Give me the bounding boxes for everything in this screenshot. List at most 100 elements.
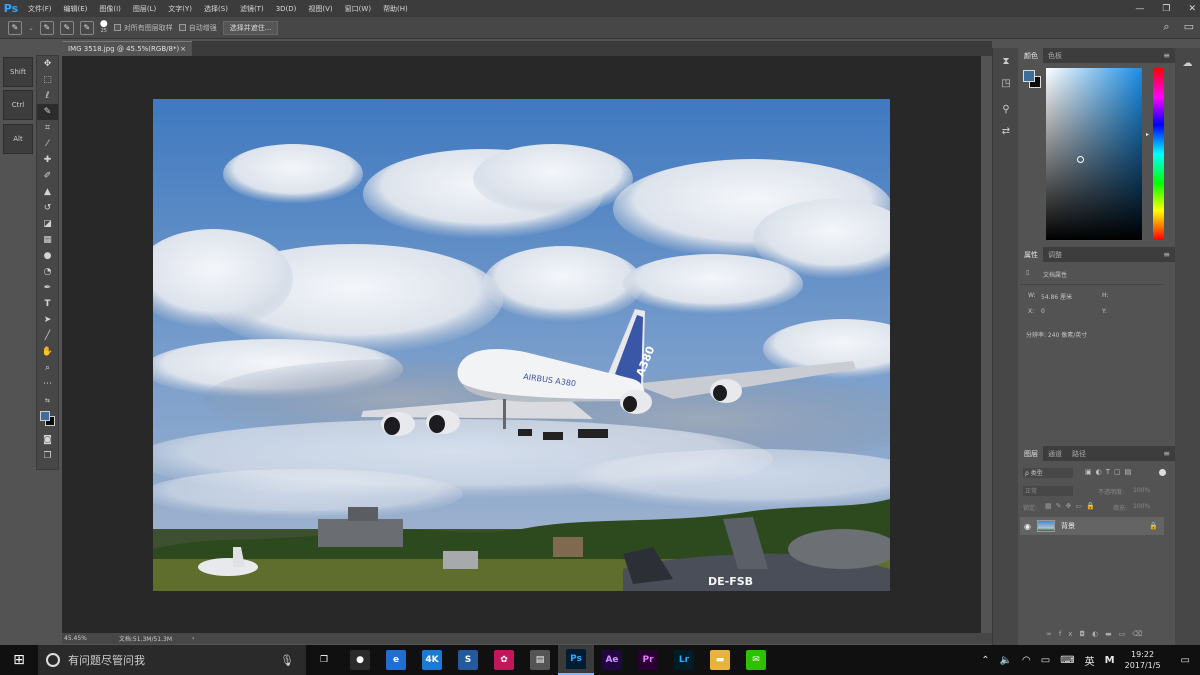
taskbar-app-app-window[interactable]: ▤: [522, 645, 558, 675]
taskbar-app-task-view[interactable]: ❐: [306, 645, 342, 675]
preset-chevron-icon[interactable]: ⌄: [28, 24, 34, 32]
taskbar-app-file-explorer[interactable]: ▬: [702, 645, 738, 675]
microphone-icon[interactable]: 🎙: [280, 654, 294, 667]
shift-key-button[interactable]: Shift: [3, 57, 33, 87]
taskbar-app-after-effects[interactable]: Ae: [594, 645, 630, 675]
opacity-value[interactable]: 100%: [1133, 487, 1150, 494]
color-picker-field[interactable]: [1046, 68, 1142, 240]
hue-slider-handle-icon[interactable]: ▸: [1146, 131, 1149, 138]
status-menu-arrow[interactable]: ›: [192, 635, 194, 642]
quick-selection-preset-icon[interactable]: ✎: [8, 20, 22, 35]
ime-mode[interactable]: M: [1105, 655, 1115, 666]
screen-mode-icon[interactable]: ❐: [37, 448, 58, 464]
gradient-tool-icon[interactable]: ▦: [37, 232, 58, 248]
marquee-tool-icon[interactable]: ⬚: [37, 72, 58, 88]
layer-row-background[interactable]: ◉ 背景 🔒: [1020, 517, 1164, 535]
eraser-tool-icon[interactable]: ◪: [37, 216, 58, 232]
filter-toggle-icon[interactable]: [1159, 469, 1166, 476]
menu-3d[interactable]: 3D(D): [270, 5, 303, 13]
foreground-color-swatch[interactable]: [40, 411, 50, 421]
add-to-selection-icon[interactable]: ✎: [59, 20, 74, 35]
type-tool-icon[interactable]: T: [37, 296, 58, 312]
start-button[interactable]: ⊞: [0, 645, 38, 675]
fill-value[interactable]: 100%: [1133, 503, 1150, 510]
taskbar-app-photoshop[interactable]: Ps: [558, 645, 594, 675]
document-tab[interactable]: IMG 3518.jpg @ 45.5%(RGB/8*) ×: [62, 41, 192, 56]
quick-selection-tool-icon[interactable]: ✎: [37, 104, 58, 120]
new-selection-icon[interactable]: ✎: [39, 20, 54, 35]
eyedropper-tool-icon[interactable]: ⁄: [37, 136, 58, 152]
brush-tool-icon[interactable]: ✐: [37, 168, 58, 184]
alt-key-button[interactable]: Alt: [3, 124, 33, 154]
taskbar-app-premiere[interactable]: Pr: [630, 645, 666, 675]
tab-properties[interactable]: 属性: [1019, 247, 1043, 262]
more-tools-icon[interactable]: ⋯: [37, 376, 58, 392]
menu-image[interactable]: 图像(I): [93, 4, 127, 14]
tab-swatches[interactable]: 色板: [1043, 48, 1067, 63]
search-icon[interactable]: ⌕: [1163, 20, 1169, 34]
brush-panel-icon[interactable]: ⚲: [993, 98, 1019, 120]
line-tool-icon[interactable]: ╱: [37, 328, 58, 344]
tray-expand-icon[interactable]: ⌃: [981, 655, 989, 666]
menu-layer[interactable]: 图层(L): [127, 4, 162, 14]
blend-mode-select[interactable]: 正常: [1023, 486, 1073, 496]
eye-icon[interactable]: ◉: [1024, 522, 1031, 531]
crop-tool-icon[interactable]: ⌗: [37, 120, 58, 136]
layer-filter-icons[interactable]: ▣◐T▢▤: [1085, 468, 1135, 476]
taskbar-app-4k-app[interactable]: 4K: [414, 645, 450, 675]
history-panel-icon[interactable]: ⧗: [993, 50, 1019, 72]
color-foreground-swatch[interactable]: [1023, 70, 1035, 82]
menu-select[interactable]: 选择(S): [198, 4, 234, 14]
adjustments-panel-icon[interactable]: ◳: [993, 72, 1019, 94]
tab-layers[interactable]: 图层: [1019, 446, 1043, 461]
menu-file[interactable]: 文件(F): [22, 4, 58, 14]
zoom-tool-icon[interactable]: ⌕: [37, 360, 58, 376]
tab-channels[interactable]: 通道: [1043, 446, 1067, 461]
panel-menu-icon[interactable]: ≡: [1163, 250, 1175, 259]
tab-color[interactable]: 颜色: [1019, 48, 1043, 63]
swap-colors-icon[interactable]: ⇆: [37, 392, 58, 408]
battery-icon[interactable]: ▭: [1041, 655, 1050, 666]
menu-window[interactable]: 窗口(W): [339, 4, 377, 14]
notification-icon[interactable]: ▭: [1181, 655, 1190, 666]
clock[interactable]: 19:22 2017/1/5: [1125, 649, 1161, 671]
pen-tool-icon[interactable]: ✒: [37, 280, 58, 296]
volume-icon[interactable]: 🔈: [1000, 655, 1012, 666]
tab-adjustments[interactable]: 调整: [1043, 247, 1067, 262]
minimize-button[interactable]: —: [1135, 4, 1144, 14]
move-tool-icon[interactable]: ✥: [37, 56, 58, 72]
healing-brush-tool-icon[interactable]: ✚: [37, 152, 58, 168]
history-brush-tool-icon[interactable]: ↺: [37, 200, 58, 216]
workspace-icon[interactable]: ▭: [1184, 20, 1194, 34]
path-selection-tool-icon[interactable]: ➤: [37, 312, 58, 328]
lasso-tool-icon[interactable]: ℓ: [37, 88, 58, 104]
menu-help[interactable]: 帮助(H): [377, 4, 414, 14]
close-button[interactable]: ✕: [1188, 4, 1196, 14]
keyboard-icon[interactable]: ⌨: [1060, 655, 1074, 666]
close-tab-icon[interactable]: ×: [180, 45, 186, 53]
layer-filter-select[interactable]: ρ 类型: [1023, 468, 1073, 478]
taskbar-app-davinci[interactable]: ✿: [486, 645, 522, 675]
lock-icons[interactable]: ▦✎✥▭🔒: [1045, 502, 1099, 510]
clone-stamp-tool-icon[interactable]: ▲: [37, 184, 58, 200]
ime-language[interactable]: 英: [1085, 653, 1095, 668]
hand-tool-icon[interactable]: ✋: [37, 344, 58, 360]
panel-menu-icon[interactable]: ≡: [1163, 449, 1175, 458]
taskbar-app-wechat[interactable]: ✉: [738, 645, 774, 675]
color-swatches-icon[interactable]: [37, 408, 58, 432]
taskbar-app-app-generic[interactable]: ●: [342, 645, 378, 675]
subtract-from-selection-icon[interactable]: ✎: [79, 20, 94, 35]
menu-edit[interactable]: 编辑(E): [58, 4, 94, 14]
zoom-level[interactable]: 45.45%: [64, 635, 87, 642]
width-value[interactable]: 54.86 厘米: [1041, 292, 1072, 301]
dodge-tool-icon[interactable]: ◔: [37, 264, 58, 280]
x-value[interactable]: 0: [1041, 308, 1045, 315]
taskbar-app-app-blue[interactable]: S: [450, 645, 486, 675]
panel-menu-icon[interactable]: ≡: [1163, 51, 1175, 60]
libraries-panel-icon[interactable]: ☁: [1175, 52, 1200, 74]
hue-slider[interactable]: [1153, 68, 1164, 240]
ctrl-key-button[interactable]: Ctrl: [3, 90, 33, 120]
tab-paths[interactable]: 路径: [1067, 446, 1091, 461]
menu-type[interactable]: 文字(Y): [162, 4, 198, 14]
layer-actions-icons[interactable]: ∞fx◘◐▬▭⌫: [1046, 630, 1149, 638]
